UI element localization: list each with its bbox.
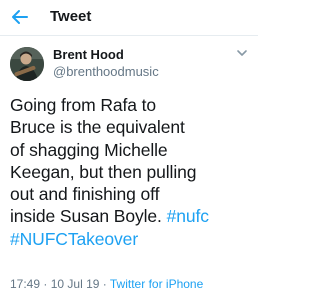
chevron-down-icon[interactable] — [236, 48, 248, 58]
top-bar: Tweet — [0, 0, 258, 36]
tweet-text-line: of shagging Michelle — [10, 139, 168, 160]
tweet-text-line: Keegan, but then pulling — [10, 161, 197, 182]
tweet-date: 10 Jul 19 — [50, 277, 100, 291]
hashtag-link[interactable]: #nufc — [167, 206, 209, 226]
tweet-source-link[interactable]: Twitter for iPhone — [110, 277, 203, 291]
tweet-text-line-6: inside Susan Boyle. #nufc — [10, 205, 256, 227]
author-handle[interactable]: @brenthoodmusic — [53, 64, 159, 79]
tweet-text-line: Bruce is the equivalent — [10, 117, 185, 138]
tweet-meta: 17:49 · 10 Jul 19 · Twitter for iPhone — [10, 277, 203, 291]
meta-separator: · — [102, 277, 107, 291]
tweet-time: 17:49 — [10, 277, 41, 291]
tweet-text-line-7: #NUFCTakeover — [10, 228, 256, 250]
hashtag-link[interactable]: #NUFCTakeover — [10, 229, 138, 249]
tweet-text-line: Going from Rafa to — [10, 95, 157, 115]
tweet-card: Brent Hood @brenthoodmusic Going from Ra… — [0, 36, 258, 300]
tweet-text-line: inside Susan Boyle. — [10, 206, 162, 227]
avatar[interactable] — [10, 47, 44, 81]
back-arrow-icon[interactable] — [9, 6, 31, 28]
tweet-text: Going from Rafa to Bruce is the equivale… — [10, 94, 256, 250]
author-name[interactable]: Brent Hood — [53, 47, 124, 62]
tweet-text-line: out and finishing off — [10, 184, 160, 205]
meta-separator: · — [43, 277, 48, 291]
tweet-detail-screen: Tweet Brent Hood @brenthoodmusic Going f… — [0, 0, 258, 300]
page-title: Tweet — [50, 8, 92, 25]
